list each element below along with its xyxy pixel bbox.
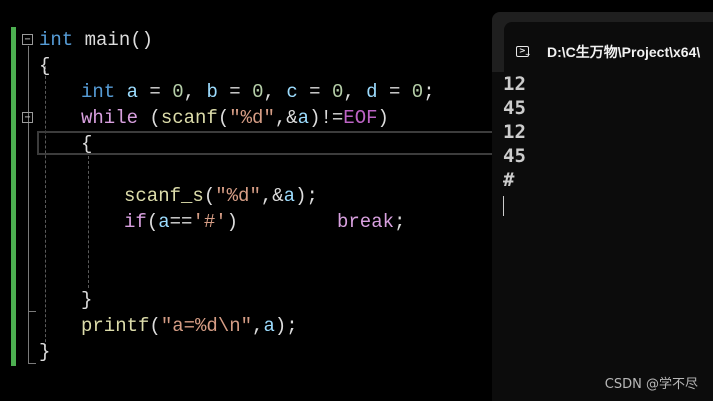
collapse-while-icon[interactable]: − [22, 112, 33, 123]
indent-guide-inner [88, 156, 89, 288]
fold-end-tick [28, 363, 36, 364]
punct: ( [149, 315, 161, 337]
var-a: a [126, 81, 139, 103]
output-line: 12 [503, 121, 526, 143]
close-brace: } [81, 289, 93, 311]
op: = [377, 81, 412, 103]
num: 0 [331, 81, 344, 103]
punct: ( [146, 211, 159, 233]
main-signature: main() [73, 29, 154, 51]
var-d: d [366, 81, 378, 103]
punct: ); [274, 315, 298, 337]
punct: ); [295, 185, 318, 207]
punct: ( [203, 185, 216, 207]
keyword-int: int [81, 81, 116, 103]
code-line-10[interactable]: } [39, 339, 50, 365]
open-brace: { [81, 133, 93, 155]
indent-guide-outer [45, 66, 46, 352]
punct: ) [377, 107, 389, 129]
punct: , [252, 315, 264, 337]
fn-scanf-s: scanf_s [124, 185, 204, 207]
code-line-3[interactable]: int a = 0, b = 0, c = 0, d = 0; [81, 79, 435, 105]
console-title: D:\C生万物\Project\x64\ [547, 44, 701, 60]
semicolon: ; [394, 211, 406, 233]
var-a: a [158, 211, 170, 233]
keyword-int: int [39, 29, 74, 51]
punct: == [169, 211, 193, 233]
code-line-5[interactable]: { [81, 131, 92, 157]
string-literal: "a=%d\n" [160, 315, 253, 337]
text-caret [503, 196, 504, 216]
terminal-icon: >_ [516, 46, 530, 57]
close-brace: } [39, 341, 51, 363]
collapse-main-icon[interactable]: − [22, 34, 33, 45]
punct: ( [217, 107, 230, 129]
punct: ,& [274, 107, 298, 129]
code-line-9[interactable]: printf("a=%d\n",a); [81, 313, 298, 339]
keyword-if: if [124, 211, 147, 233]
console-tab[interactable]: >_ D:\C生万物\Project\x64\ [504, 22, 713, 72]
var-a: a [297, 107, 310, 129]
output-line: 45 [503, 145, 526, 167]
output-line: 12 [503, 73, 526, 95]
output-line: 45 [503, 97, 526, 119]
open-brace: { [39, 55, 51, 77]
code-line-8[interactable]: } [81, 287, 92, 313]
sep: , [183, 81, 207, 103]
punct: ( [138, 107, 161, 129]
op: = [217, 81, 253, 103]
code-editor[interactable]: − − int main() { int a = 0, b = 0, c = 0… [0, 0, 497, 401]
keyword-break: break [337, 211, 395, 233]
op: = [138, 81, 173, 103]
sep: , [263, 81, 287, 103]
code-line-7[interactable]: if(a=='#') [124, 209, 238, 235]
sep: , [343, 81, 367, 103]
var-b: b [206, 81, 218, 103]
code-line-2[interactable]: { [39, 53, 50, 79]
fold-guide-main [28, 46, 29, 364]
punct: )!= [309, 107, 344, 129]
semicolon: ; [423, 81, 435, 103]
fn-printf: printf [81, 315, 150, 337]
char-literal: '#' [192, 211, 227, 233]
fold-while-end-tick [28, 311, 36, 312]
var-a: a [283, 185, 296, 207]
punct: ,& [260, 185, 284, 207]
keyword-while: while [81, 107, 139, 129]
string-literal: "%d" [215, 185, 261, 207]
code-line-4[interactable]: while (scanf("%d",&a)!=EOF) [81, 105, 389, 131]
code-line-7-break[interactable]: break; [337, 209, 405, 235]
punct: ) [226, 211, 239, 233]
console-window[interactable]: >_ D:\C生万物\Project\x64\ 12 45 12 45 # [492, 12, 713, 401]
var-c: c [286, 81, 298, 103]
string-literal: "%d" [229, 107, 275, 129]
macro-eof: EOF [343, 107, 378, 129]
var-a: a [263, 315, 275, 337]
num: 0 [252, 81, 264, 103]
change-indicator-bar [11, 27, 16, 366]
op: = [297, 81, 332, 103]
num: 0 [411, 81, 424, 103]
num: 0 [172, 81, 184, 103]
fn-scanf: scanf [160, 107, 218, 129]
output-line: # [503, 169, 515, 191]
code-line-1[interactable]: int main() [39, 27, 153, 53]
code-line-6[interactable]: scanf_s("%d",&a); [124, 183, 318, 209]
watermark: CSDN @学不尽 [604, 377, 698, 392]
current-line-highlight [37, 131, 497, 155]
